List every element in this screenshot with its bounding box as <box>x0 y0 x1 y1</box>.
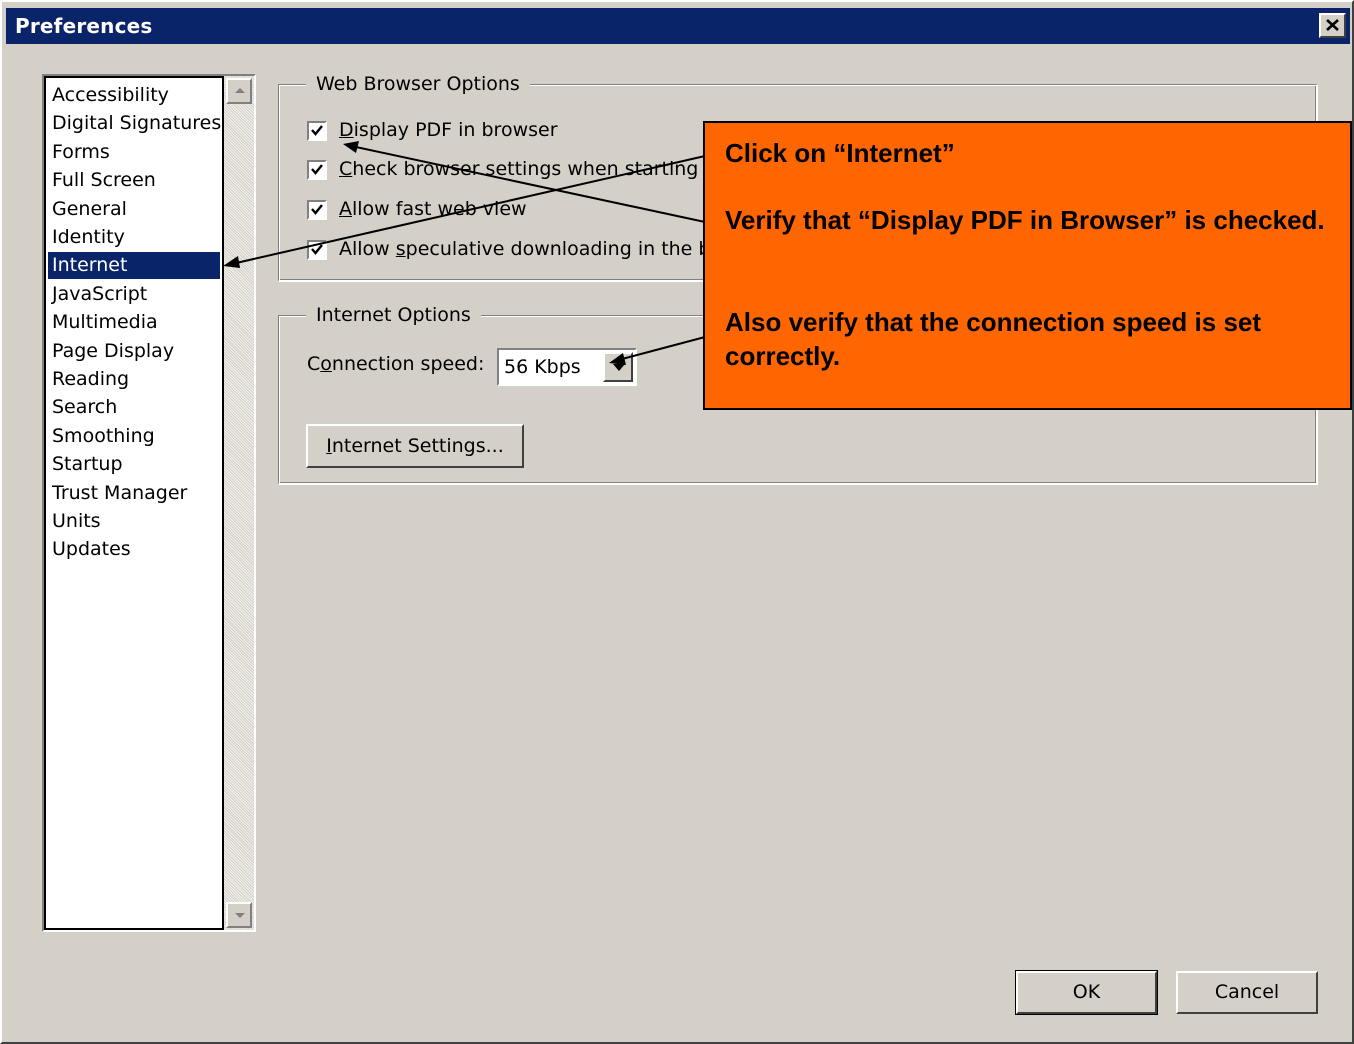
checkmark-icon <box>311 204 323 215</box>
category-item-full-screen[interactable]: Full Screen <box>48 167 220 194</box>
connection-speed-select[interactable]: 56 Kbps <box>497 348 637 386</box>
connection-speed-label: Connection speed: <box>307 353 485 375</box>
display-pdf-label: Display PDF in browser <box>339 119 558 141</box>
checkmark-icon <box>311 244 323 255</box>
category-item-digital-signatures[interactable]: Digital Signatures <box>48 110 221 137</box>
web-browser-options-legend: Web Browser Options <box>306 73 530 95</box>
category-item-reading[interactable]: Reading <box>48 366 220 393</box>
category-item-units[interactable]: Units <box>48 508 220 535</box>
internet-options-legend: Internet Options <box>306 304 481 326</box>
speculative-downloading-label: Allow speculative downloading in the ba <box>339 238 723 260</box>
checkmark-icon <box>311 164 323 175</box>
categories-listbox[interactable]: Accessibility Digital Signatures Forms Full… <box>42 74 256 932</box>
scroll-up-button[interactable] <box>226 78 252 104</box>
internet-settings-button[interactable]: Internet Settings... <box>306 424 524 468</box>
ok-button[interactable]: OK <box>1015 970 1158 1015</box>
instruction-callout: Click on “Internet” Verify that “Display… <box>703 121 1352 410</box>
category-item-page-display[interactable]: Page Display <box>48 338 220 365</box>
categories-scrollbar[interactable] <box>224 76 254 930</box>
category-item-javascript[interactable]: JavaScript <box>48 281 220 308</box>
check-browser-settings-label: Check browser settings when starting R <box>339 158 718 180</box>
category-item-general[interactable]: General <box>48 196 220 223</box>
chevron-down-icon <box>613 364 625 371</box>
callout-line-3: Also verify that the connection speed is… <box>725 307 1262 371</box>
categories-list: Accessibility Digital Signatures Forms Full… <box>44 76 224 930</box>
category-item-accessibility[interactable]: Accessibility <box>48 82 220 109</box>
category-item-identity[interactable]: Identity <box>48 224 220 251</box>
fast-web-view-checkbox[interactable] <box>307 200 327 220</box>
callout-line-2: Verify that “Display PDF in Browser” is … <box>725 205 1325 235</box>
category-item-forms[interactable]: Forms <box>48 139 220 166</box>
scroll-down-button[interactable] <box>226 902 252 928</box>
arrow-up-icon <box>235 88 245 93</box>
connection-speed-dropdown-button[interactable] <box>603 352 633 382</box>
arrow-down-icon <box>235 913 245 918</box>
close-icon <box>1326 19 1339 31</box>
category-item-updates[interactable]: Updates <box>48 536 220 563</box>
category-item-multimedia[interactable]: Multimedia <box>48 309 220 336</box>
speculative-downloading-checkbox[interactable] <box>307 240 327 260</box>
connection-speed-value: 56 Kbps <box>504 356 581 378</box>
check-browser-settings-checkbox[interactable] <box>307 160 327 180</box>
category-item-trust-manager[interactable]: Trust Manager <box>48 480 220 507</box>
cancel-button[interactable]: Cancel <box>1176 971 1318 1014</box>
close-button[interactable] <box>1319 13 1346 38</box>
callout-line-1: Click on “Internet” <box>725 138 955 168</box>
title-bar: Preferences <box>6 8 1350 44</box>
category-item-smoothing[interactable]: Smoothing <box>48 423 220 450</box>
category-item-startup[interactable]: Startup <box>48 451 220 478</box>
window-title: Preferences <box>15 14 153 38</box>
checkmark-icon <box>311 125 323 136</box>
category-item-internet[interactable]: Internet <box>48 252 220 280</box>
fast-web-view-label: Allow fast web view <box>339 198 527 220</box>
category-item-search[interactable]: Search <box>48 394 220 421</box>
display-pdf-checkbox[interactable] <box>307 121 327 141</box>
